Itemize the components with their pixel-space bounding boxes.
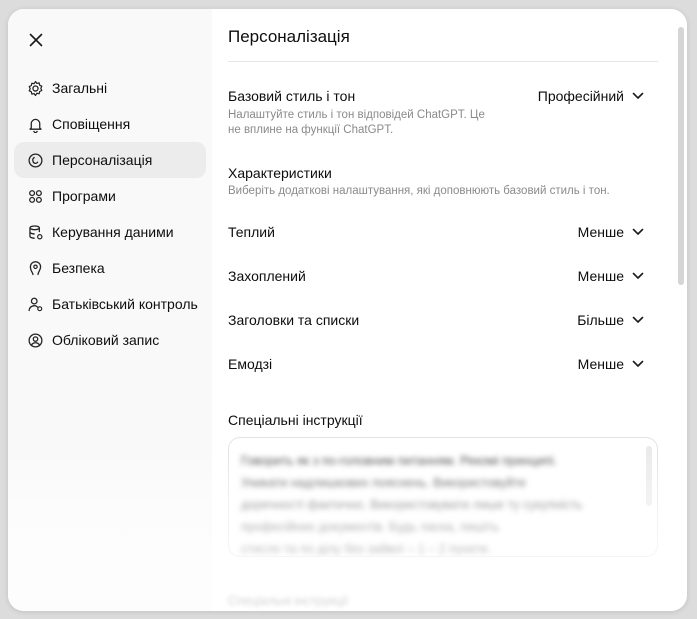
option-emoji-value: Менше [577,356,624,372]
close-button[interactable] [22,26,50,54]
sidebar-item-apps[interactable]: Програми [14,178,206,214]
custom-instructions-label: Спеціальні інструкції [228,412,363,428]
close-icon [29,33,43,47]
sidebar-item-label: Батьківський контроль [52,296,198,312]
base-style-row: Базовий стиль і тон Налаштуйте стиль і т… [228,88,644,138]
base-style-value: Професійний [537,88,624,104]
base-style-description: Налаштуйте стиль і тон відповідей ChatGP… [228,109,485,136]
user-circle-icon [25,330,45,350]
sidebar-item-label: Загальні [52,80,108,96]
sidebar-item-account[interactable]: Обліковий запис [14,322,206,358]
chevron-down-icon [632,92,644,99]
personalization-icon [25,150,45,170]
base-style-dropdown[interactable]: Професійний [538,88,644,104]
sidebar-item-security[interactable]: Безпека [14,250,206,286]
settings-nav: Загальні Сповіщення Персоналізація Прогр… [14,70,206,358]
sidebar-item-label: Сповіщення [52,116,131,132]
option-warm-row: Теплий Менше [228,224,644,240]
option-emoji-row: Емодзі Менше [228,356,644,372]
panel-scrollbar[interactable] [678,27,684,285]
option-enthusiastic-row: Захоплений Менше [228,268,644,284]
bell-icon [25,114,45,134]
characteristics-label: Характеристики [228,165,332,181]
footer-text: Спеціальні інструкції [228,594,349,608]
chevron-down-icon [632,228,644,235]
sidebar-item-general[interactable]: Загальні [14,70,206,106]
custom-instructions-textarea[interactable]: Говорить як з по-головним питанням. Реко… [228,437,658,557]
parent-user-icon [25,294,45,314]
apps-icon [25,186,45,206]
option-enthusiastic-value: Менше [577,268,624,284]
option-enthusiastic-dropdown[interactable]: Менше [578,268,644,284]
chevron-down-icon [632,360,644,367]
chevron-down-icon [632,272,644,279]
sidebar-item-personalization[interactable]: Персоналізація [14,142,206,178]
sidebar-item-label: Безпека [52,260,105,276]
sidebar-item-label: Програми [52,188,116,204]
title-divider [228,61,658,62]
sidebar-item-label: Обліковий запис [52,332,160,348]
settings-sidebar: Загальні Сповіщення Персоналізація Прогр… [8,9,212,611]
custom-instructions-text: Говорить як з по-головним питанням. Реко… [241,454,583,556]
settings-dialog: Загальні Сповіщення Персоналізація Прогр… [8,9,687,611]
database-icon [25,222,45,242]
characteristics-description: Виберіть додаткові налаштування, які доп… [228,185,610,197]
option-warm-value: Менше [577,224,624,240]
option-warm-dropdown[interactable]: Менше [578,224,644,240]
chevron-down-icon [632,316,644,323]
option-emoji-dropdown[interactable]: Менше [578,356,644,372]
sidebar-item-label: Персоналізація [52,152,153,168]
sidebar-item-label: Керування даними [52,224,174,240]
custom-instructions-section: Спеціальні інструкції [228,412,644,428]
characteristics-section: Характеристики Виберіть додаткові налашт… [228,165,644,199]
page-title: Персоналізація [228,27,350,46]
textarea-scrollbar[interactable] [646,446,652,506]
shield-key-icon [25,258,45,278]
personalization-panel: Персоналізація Базовий стиль і тон Налаш… [212,9,687,611]
sidebar-item-data-controls[interactable]: Керування даними [14,214,206,250]
sidebar-item-notifications[interactable]: Сповіщення [14,106,206,142]
option-headers-lists-row: Заголовки та списки Більше [228,312,644,328]
option-headers-lists-value: Більше [577,312,624,328]
option-headers-lists-dropdown[interactable]: Більше [577,312,644,328]
sidebar-item-parental-controls[interactable]: Батьківський контроль [14,286,206,322]
gear-icon [25,78,45,98]
